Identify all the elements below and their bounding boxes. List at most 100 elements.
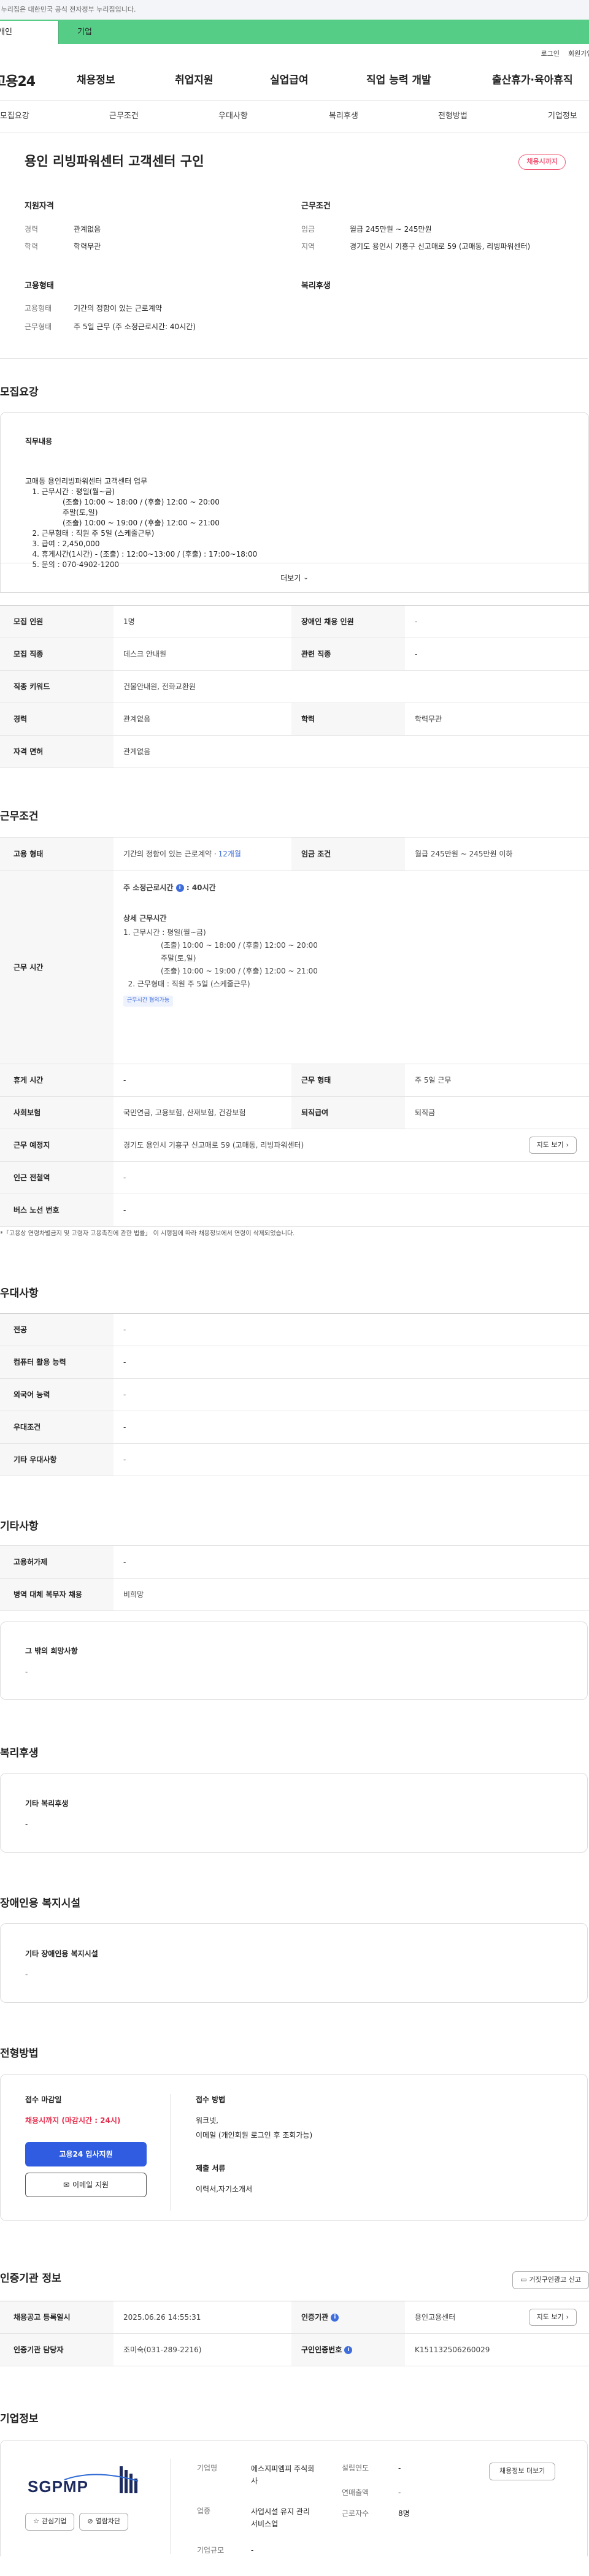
agency-table: 채용공고 등록일시 2025.06.26 14:55:31 인증기관 i 용인고… <box>0 2301 589 2366</box>
util-links: 로그인 회원가입 <box>0 44 589 64</box>
signup-link[interactable]: 회원가입 <box>568 49 589 59</box>
block-view-button[interactable]: ⊘ 열람차단 <box>79 2513 129 2531</box>
other-wishes-box: 그 밖의 희망사항 - <box>0 1621 588 1700</box>
gov-banner: 이 누리집은 대한민국 공식 전자정부 누리집입니다. <box>0 0 589 20</box>
deadline-title: 접수 마감일 <box>25 2095 62 2104</box>
welfare-heading: 복리후생 <box>301 281 331 291</box>
summary-card: 용인 리빙파워센터 고객센터 구인 채용시까지 지원자격 경력 관계없음 학력 … <box>0 141 588 359</box>
career-value: 관계없음 <box>74 225 101 234</box>
subnav-recruit[interactable]: 모집요강 <box>0 110 29 123</box>
gnb-item-training[interactable]: 직업 능력 개발 <box>366 73 431 89</box>
company-jobs-button[interactable]: 채용정보 더보기 <box>489 2463 556 2480</box>
report-fake-ad-button[interactable]: ▭ 거짓구인광고 신고 <box>512 2271 589 2289</box>
table-row: 직종 키워드 건물안내원, 전화교환원 <box>0 671 589 703</box>
chevron-right-icon: › <box>566 2312 569 2321</box>
subnav-welfare[interactable]: 복리후생 <box>329 110 358 123</box>
wage-label: 임금 <box>301 225 315 234</box>
table-row: 고용허가제 - <box>0 1546 589 1579</box>
conditions-section-heading: 근무조건 <box>0 810 39 823</box>
deadline-value: 채용시까지 (마감시간 : 24시) <box>25 2116 121 2125</box>
welfare-section-heading: 복리후생 <box>0 1747 39 1759</box>
workplace-address: 경기도 용인시 기흥구 신고매로 59 (고매동, 리빙파워센터) <box>123 1141 304 1149</box>
duty-box: 직무내용 고매동 용인리빙파워센터 고객센터 업무 1. 근무시간 : 평일(월… <box>0 412 589 593</box>
duty-heading: 직무내용 <box>25 437 53 446</box>
subnav-preference[interactable]: 우대사항 <box>218 110 248 123</box>
agency-map-button[interactable]: 지도 보기 › <box>528 2308 577 2326</box>
table-row: 경력 관계없음 학력 학력무관 <box>0 703 589 736</box>
table-row: 기타 우대사항 - <box>0 1444 589 1476</box>
info-icon[interactable]: i <box>344 2345 353 2354</box>
other-wishes-title: 그 밖의 희망사항 <box>25 1647 78 1655</box>
chevron-right-icon: › <box>566 1140 569 1149</box>
hours-detail-text: 1. 근무시간 : 평일(월~금) (조출) 10:00 ~ 18:00 / (… <box>123 928 318 988</box>
preference-heading: 우대사항 <box>0 1287 39 1300</box>
table-row: 모집 인원 1명 장애인 채용 인원 - <box>0 606 589 638</box>
apply-button[interactable]: 고용24 입사지원 <box>25 2142 147 2166</box>
gnb-item-leave[interactable]: 출산휴가·육아휴직 <box>492 73 573 89</box>
site-logo[interactable]: 고용24 <box>0 72 46 92</box>
tab-personal-label: 개인 <box>0 28 12 37</box>
contract-period-link[interactable]: 12개월 <box>218 848 241 859</box>
table-row: 전공 - <box>0 1314 589 1346</box>
subnav-company[interactable]: 기업정보 <box>548 110 577 123</box>
email-apply-button[interactable]: ✉ 이메일 지원 <box>25 2173 147 2197</box>
gnb-item-support[interactable]: 취업지원 <box>175 73 214 89</box>
welfare-box-title: 기타 복리후생 <box>25 1799 69 1808</box>
table-row: 휴게 시간 - 근무 형태 주 5일 근무 <box>0 1064 589 1097</box>
interest-company-button[interactable]: ☆ 관심기업 <box>25 2513 75 2531</box>
tab-company-label: 기업 <box>77 28 92 37</box>
type-label: 고용형태 <box>25 304 52 313</box>
welfare-box: 기타 복리후생 - <box>0 1773 588 1853</box>
chevron-down-icon: ⌄ <box>303 574 309 581</box>
mail-icon: ✉ <box>63 2181 70 2189</box>
table-row: 인근 전철역 - <box>0 1162 589 1194</box>
company-logo: SGPMP <box>28 2463 147 2498</box>
top-tabbar: 개인 기업 <box>0 20 589 44</box>
login-link[interactable]: 로그인 <box>541 49 560 59</box>
company-name: 에스지피엠피 주식회사 <box>251 2464 315 2485</box>
education-value: 학력무관 <box>74 242 101 251</box>
docs-title: 제출 서류 <box>196 2164 226 2173</box>
company-heading: 기업정보 <box>0 2413 39 2425</box>
etc-table: 고용허가제 - 병역 대체 복무자 채용 비희망 <box>0 1545 589 1611</box>
other-wishes-value: - <box>25 1667 28 1676</box>
block-icon: ⊘ <box>87 2517 93 2525</box>
table-row: 자격 면허 관계없음 <box>0 736 589 768</box>
region-label: 지역 <box>301 242 315 251</box>
method-title: 접수 방법 <box>196 2095 226 2104</box>
type-value: 기간의 정함이 있는 근로계약 <box>74 304 162 313</box>
subnav-conditions[interactable]: 근무조건 <box>109 110 139 123</box>
more-label: 더보기 <box>280 573 301 582</box>
table-row: 근무 예정지 경기도 용인시 기흥구 신고매로 59 (고매동, 리빙파워센터)… <box>0 1129 589 1162</box>
company-industry: 사업시설 유지 관리 서비스업 <box>251 2507 310 2528</box>
more-button[interactable]: 더보기 ⌄ <box>1 563 588 592</box>
etc-heading: 기타사항 <box>0 1520 39 1533</box>
star-icon: ☆ <box>33 2517 39 2525</box>
gnb-item-jobs[interactable]: 채용정보 <box>77 73 115 89</box>
tab-company[interactable]: 기업 <box>58 21 110 44</box>
gnb-item-benefits[interactable]: 실업급여 <box>270 73 309 89</box>
conditions-heading: 근무조건 <box>301 202 331 211</box>
agency-heading: 인증기관 정보 <box>0 2273 61 2285</box>
preference-table: 전공 - 컴퓨터 활용 능력 - 외국어 능력 - 우대조건 - 기타 우대사항 - <box>0 1313 589 1476</box>
table-row: 모집 직종 데스크 안내원 관련 직종 - <box>0 638 589 671</box>
hours-detail-title: 상세 근무시간 <box>123 914 167 923</box>
info-icon[interactable]: i <box>175 884 184 892</box>
hours-cell: 주 소정근로시간 i : 40시간 상세 근무시간 1. 근무시간 : 평일(월… <box>114 871 589 1064</box>
table-row: 채용공고 등록일시 2025.06.26 14:55:31 인증기관 i 용인고… <box>0 2301 589 2334</box>
age-note: *「고용상 연령차별금지 및 고령자 고용촉진에 관한 법률」 이 시행됨에 따… <box>0 1230 295 1237</box>
table-row: 병역 대체 복무자 채용 비희망 <box>0 1579 589 1611</box>
tab-personal[interactable]: 개인 <box>0 21 58 44</box>
table-row: 사회보험 국민연금, 고용보험, 산재보험, 건강보험 퇴직급여 퇴직금 <box>0 1097 589 1129</box>
employment-heading: 고용형태 <box>25 281 54 291</box>
method-value: 워크넷, <box>196 2116 218 2125</box>
qualification-heading: 지원자격 <box>25 202 54 211</box>
workplace-map-button[interactable]: 지도 보기 › <box>528 1136 577 1154</box>
subnav-selection[interactable]: 전형방법 <box>438 110 468 123</box>
table-row: 고용 형태 기간의 정함이 있는 근로계약 · 12개월 임금 조건 월급 24… <box>0 837 589 871</box>
employment-type-value: 기간의 정함이 있는 근로계약 · <box>123 850 217 858</box>
region-value: 경기도 용인시 기흥구 신고매로 59 (고매동, 리빙파워센터) <box>350 242 531 251</box>
table-row: 외국어 능력 - <box>0 1379 589 1411</box>
selection-box: 접수 마감일 채용시까지 (마감시간 : 24시) 고용24 입사지원 ✉ 이메일… <box>0 2074 588 2221</box>
info-icon[interactable]: i <box>331 2313 339 2322</box>
